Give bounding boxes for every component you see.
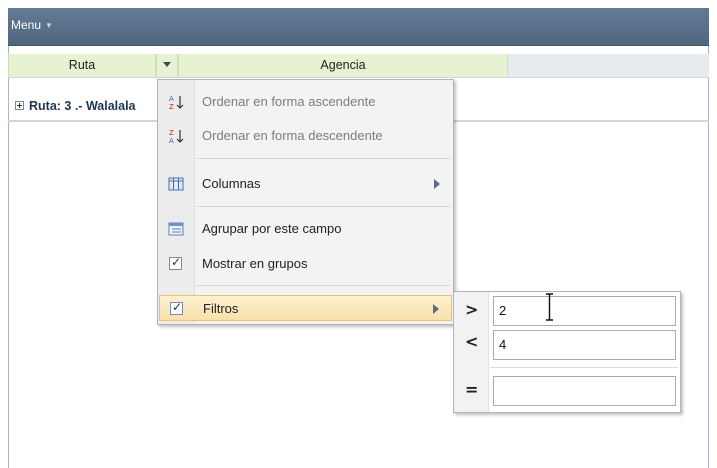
columns-icon	[168, 177, 184, 191]
equals-icon: =	[465, 380, 479, 399]
checkbox-icon[interactable]	[170, 300, 183, 315]
submenu-arrow-icon	[433, 304, 439, 314]
less-than-icon: <	[465, 332, 479, 351]
column-menu-dropdown[interactable]	[156, 54, 178, 77]
column-context-menu: A Z Ordenar en forma ascendente Z A Orde…	[157, 79, 454, 325]
sort-ascending-icon: A Z	[169, 95, 184, 110]
menu-item-label: Mostrar en grupos	[202, 256, 308, 271]
checkbox-icon[interactable]	[169, 255, 182, 270]
svg-text:A: A	[169, 137, 174, 144]
chevron-down-icon: ▼	[45, 21, 53, 30]
menu-icon-strip	[158, 80, 195, 324]
menu-item-label: Filtros	[203, 301, 239, 316]
group-row-label: Ruta: 3 .- Walalala	[29, 99, 136, 113]
menu-item-columns[interactable]: Columnas	[159, 171, 452, 197]
menu-separator	[196, 158, 450, 159]
dropdown-arrow-icon	[163, 62, 171, 67]
menu-item-label: Ordenar en forma descendente	[202, 128, 383, 143]
menu-separator	[196, 206, 450, 207]
menu-item-show-in-groups[interactable]: Mostrar en grupos	[159, 251, 452, 277]
greater-than-icon: >	[465, 300, 479, 319]
column-header-ruta[interactable]: Ruta	[8, 54, 156, 77]
filter-greater-than-input[interactable]: 2	[493, 296, 676, 326]
menu-item-sort-ascending[interactable]: A Z Ordenar en forma ascendente	[159, 89, 452, 115]
menu-bar: Menu ▼	[8, 8, 709, 46]
column-header-agencia[interactable]: Agencia	[178, 54, 508, 77]
expand-icon[interactable]	[15, 101, 24, 110]
menu-item-filters[interactable]: Filtros	[159, 295, 452, 321]
filter-equals-input[interactable]	[493, 376, 676, 406]
filter-submenu: > 2 < 4 =	[453, 291, 681, 413]
submenu-arrow-icon	[434, 179, 440, 189]
filter-less-than-input[interactable]: 4	[493, 330, 676, 360]
menu-item-sort-descending[interactable]: Z A Ordenar en forma descendente	[159, 123, 452, 149]
grid-header: Ruta Agencia	[8, 54, 709, 78]
filter-separator	[490, 367, 678, 368]
menu-item-label: Agrupar por este campo	[202, 221, 342, 236]
svg-text:A: A	[169, 95, 174, 103]
menu-item-label: Columnas	[202, 176, 261, 191]
sort-descending-icon: Z A	[169, 129, 184, 144]
group-by-icon	[168, 222, 184, 236]
menu-item-label: Ordenar en forma ascendente	[202, 94, 376, 109]
svg-text:Z: Z	[169, 129, 174, 137]
menu-separator	[196, 285, 450, 286]
menu-label: Menu	[11, 18, 42, 32]
menu-button[interactable]: Menu ▼	[11, 18, 53, 32]
menu-item-group-by-field[interactable]: Agrupar por este campo	[159, 216, 452, 242]
text-cursor-icon	[546, 293, 553, 321]
svg-text:Z: Z	[169, 103, 174, 110]
